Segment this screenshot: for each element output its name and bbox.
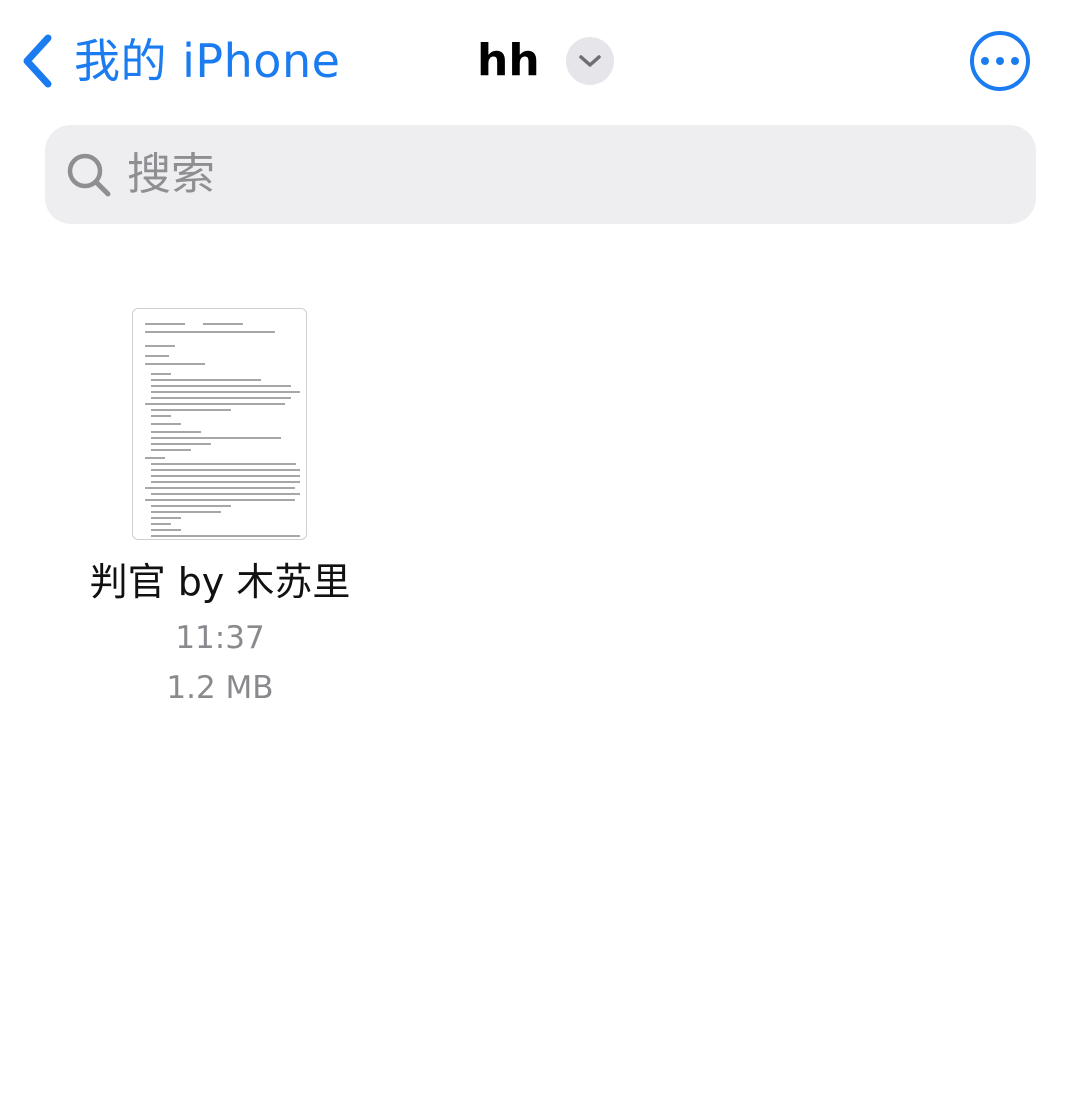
thumbnail-text-line xyxy=(151,391,300,393)
thumbnail-text-line xyxy=(151,449,191,451)
thumbnail-text-line xyxy=(151,409,231,411)
thumbnail-text-line xyxy=(151,517,181,519)
files-browser-screen: 我的 iPhone hh 判官 by 木苏里 11:37 1.2 MB xyxy=(0,0,1080,1095)
thumbnail-text-line xyxy=(151,481,300,483)
file-name: 判官 by 木苏里 xyxy=(89,560,351,604)
thumbnail-text-line xyxy=(145,345,175,347)
thumbnail-text-line xyxy=(151,505,231,507)
back-button[interactable]: 我的 iPhone xyxy=(20,28,340,94)
thumbnail-text-line xyxy=(151,529,181,531)
thumbnail-text-line xyxy=(145,363,205,365)
thumbnail-text-line xyxy=(151,397,291,399)
more-options-button[interactable] xyxy=(970,31,1030,91)
search-bar[interactable] xyxy=(45,125,1036,224)
thumbnail-text-line xyxy=(151,437,281,439)
thumbnail-text-line xyxy=(151,475,300,477)
file-size: 1.2 MB xyxy=(166,670,274,706)
thumbnail-text-line xyxy=(151,535,300,537)
thumbnail-text-line xyxy=(151,463,296,465)
thumbnail-text-line xyxy=(151,511,221,513)
thumbnail-text-line xyxy=(145,323,185,325)
ellipsis-circle-icon xyxy=(978,57,1023,65)
search-input[interactable] xyxy=(127,149,927,200)
thumbnail-text-line xyxy=(151,423,181,425)
folder-title-menu[interactable]: hh xyxy=(477,30,614,92)
thumbnail-text-line xyxy=(203,323,243,325)
thumbnail-text-line xyxy=(151,493,300,495)
magnifying-glass-icon xyxy=(65,151,113,199)
thumbnail-text-line xyxy=(151,373,171,375)
thumbnail-text-line xyxy=(145,487,295,489)
chevron-left-icon xyxy=(20,33,54,89)
thumbnail-text-line xyxy=(151,469,300,471)
thumbnail-text-line xyxy=(151,379,261,381)
chevron-down-icon xyxy=(565,37,614,85)
thumbnail-text-line xyxy=(145,457,165,459)
thumbnail-text-line xyxy=(145,355,169,357)
document-thumbnail xyxy=(132,308,307,540)
thumbnail-text-line xyxy=(151,443,211,445)
thumbnail-text-line xyxy=(145,331,275,333)
thumbnail-text-line xyxy=(151,385,291,387)
thumbnail-text-line xyxy=(151,523,171,525)
file-modified-time: 11:37 xyxy=(175,620,265,656)
folder-title: hh xyxy=(477,35,540,86)
thumbnail-text-line xyxy=(145,403,285,405)
thumbnail-text-line xyxy=(151,415,171,417)
thumbnail-text-line xyxy=(151,431,201,433)
thumbnail-text-line xyxy=(145,499,295,501)
back-button-label: 我的 iPhone xyxy=(74,34,341,88)
